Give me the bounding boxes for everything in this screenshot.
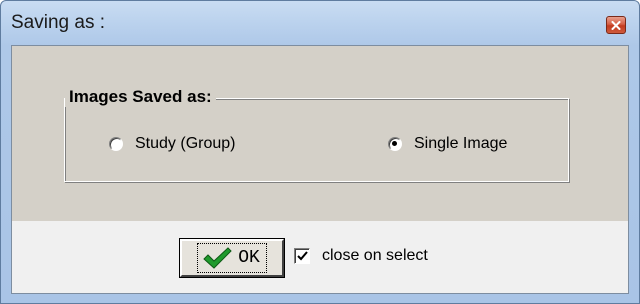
radio-study-group[interactable]: Study (Group) [109,135,235,153]
radio-study-group-label: Study (Group) [135,135,236,152]
ok-button-label: OK [238,248,260,268]
close-button[interactable] [606,16,626,34]
window-title: Saving as : [11,12,105,33]
dialog-body: Images Saved as: Study (Group) Single Im… [11,45,629,294]
ok-button[interactable]: OK [179,238,285,278]
radio-single-image[interactable]: Single Image [388,135,507,153]
checkmark-icon [296,251,308,261]
title-bar[interactable]: Saving as : [1,1,639,45]
radio-single-image-label: Single Image [414,135,508,152]
options-panel: Images Saved as: Study (Group) Single Im… [12,46,628,221]
close-on-select-option[interactable]: close on select [294,247,428,265]
radio-single-image-indicator[interactable] [388,137,402,151]
group-legend: Images Saved as: [65,87,216,107]
dialog-window: Saving as : Images Saved as: Study (Grou… [0,0,640,304]
checkmark-icon [203,247,232,269]
ok-button-focus: OK [197,243,267,273]
close-icon [611,20,621,30]
images-saved-as-group: Images Saved as: Study (Group) Single Im… [64,87,569,182]
close-on-select-label: close on select [322,247,428,264]
close-on-select-checkbox[interactable] [294,248,310,264]
radio-study-group-indicator[interactable] [109,137,123,151]
